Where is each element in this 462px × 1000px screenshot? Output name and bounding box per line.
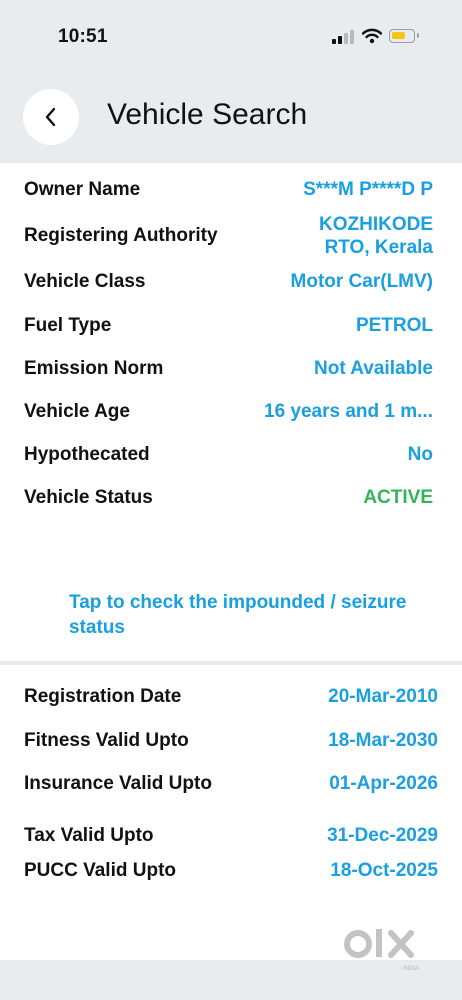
detail-label: Emission Norm (24, 358, 164, 379)
olx-watermark-logo: INDIA (344, 929, 419, 972)
detail-label: Registering Authority (24, 225, 218, 246)
detail-value: Not Available (314, 358, 433, 379)
svg-text:INDIA: INDIA (403, 966, 419, 972)
status-time: 10:51 (58, 26, 108, 47)
validity-label: Registration Date (24, 686, 182, 707)
detail-label: Vehicle Age (24, 401, 130, 422)
validity-label: Insurance Valid Upto (24, 773, 212, 794)
validity-label: Tax Valid Upto (24, 825, 154, 846)
detail-label: Owner Name (24, 179, 141, 200)
impound-status-link[interactable]: Tap to check the impounded / seizure sta… (69, 590, 409, 640)
detail-label: Hypothecated (24, 444, 150, 465)
validity-label: PUCC Valid Upto (24, 860, 177, 881)
detail-label: Vehicle Status (24, 487, 153, 508)
validity-value: 31-Dec-2029 (327, 825, 438, 846)
wifi-icon (362, 28, 382, 44)
detail-value: 16 years and 1 m... (264, 401, 433, 422)
vehicle-details-card: Owner Name S***M P****D P Registering Au… (0, 163, 462, 661)
validity-card: Registration Date 20-Mar-2010 Fitness Va… (0, 665, 462, 960)
detail-value: No (407, 444, 433, 465)
back-button[interactable] (23, 89, 79, 145)
validity-value: 18-Mar-2030 (328, 730, 438, 751)
validity-value: 20-Mar-2010 (328, 686, 438, 707)
back-chevron-icon (45, 107, 56, 127)
battery-icon (389, 29, 419, 43)
validity-label: Fitness Valid Upto (24, 730, 189, 751)
detail-label: Vehicle Class (24, 271, 146, 292)
validity-value: 18-Oct-2025 (330, 860, 438, 881)
detail-value: S***M P****D P (303, 179, 433, 200)
status-badge: ACTIVE (363, 487, 433, 508)
detail-value: Motor Car(LMV) (290, 271, 433, 292)
detail-label: Fuel Type (24, 315, 112, 336)
detail-value: PETROL (355, 315, 433, 336)
validity-value: 01-Apr-2026 (329, 773, 438, 794)
detail-value: KOZHIKODE RTO, Kerala (319, 214, 433, 258)
cellular-signal-icon (332, 30, 354, 44)
header: Vehicle Search (0, 70, 462, 162)
status-bar: 10:51 (0, 0, 462, 70)
page-title: Vehicle Search (107, 98, 308, 131)
